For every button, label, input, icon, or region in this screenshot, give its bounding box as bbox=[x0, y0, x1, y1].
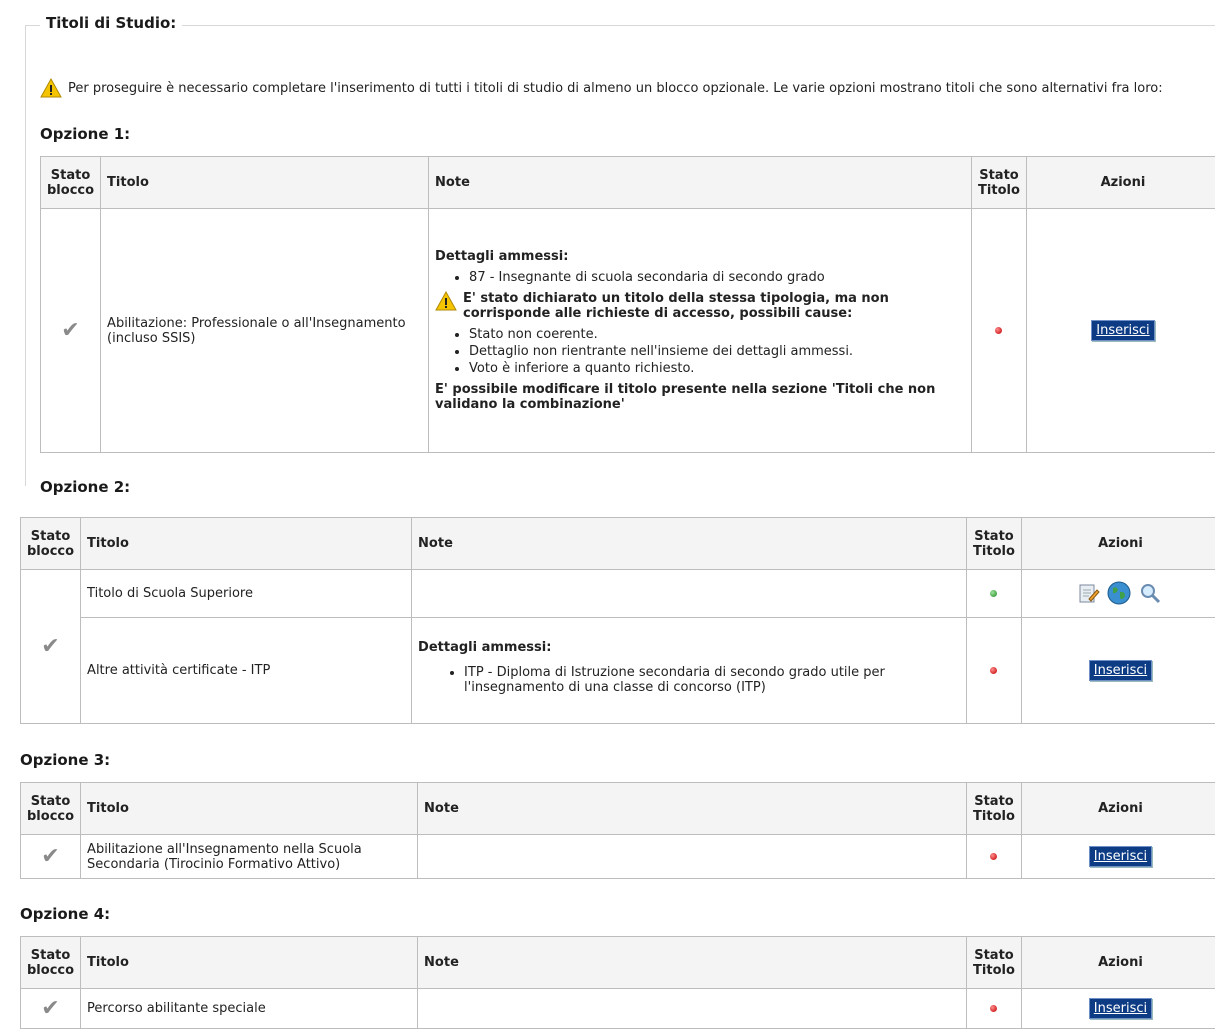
checkmark-icon: ✔ bbox=[41, 844, 59, 869]
col-note: Note bbox=[429, 157, 972, 209]
warning-triangle-icon bbox=[40, 78, 62, 98]
note-cell: Dettagli ammessi: 87 - Insegnante di scu… bbox=[429, 209, 972, 453]
list-item: Dettaglio non rientrante nell'insieme de… bbox=[469, 344, 965, 359]
col-titolo: Titolo bbox=[81, 783, 418, 835]
col-stato-blocco: Statoblocco bbox=[21, 518, 81, 570]
titolo-cell: Percorso abilitante speciale bbox=[81, 989, 418, 1029]
stato-titolo-cell bbox=[972, 209, 1027, 453]
warning-triangle-icon bbox=[435, 291, 457, 311]
section-title: Titoli di Studio: bbox=[40, 14, 182, 32]
requirements-warning: Per proseguire è necessario completare l… bbox=[40, 78, 1210, 98]
col-stato-titolo: StatoTitolo bbox=[967, 518, 1022, 570]
table-row: ✔ Percorso abilitante speciale Inserisci bbox=[21, 989, 1215, 1029]
col-stato-blocco: Statoblocco bbox=[21, 937, 81, 989]
option-4-title: Opzione 4: bbox=[20, 905, 110, 923]
status-red-icon bbox=[990, 853, 997, 860]
note-cell: Dettagli ammessi: ITP - Diploma di Istru… bbox=[412, 618, 967, 724]
status-red-icon bbox=[995, 327, 1002, 334]
option-2-title: Opzione 2: bbox=[40, 478, 130, 496]
col-note: Note bbox=[418, 783, 967, 835]
globe-icon[interactable] bbox=[1106, 580, 1132, 606]
checkmark-icon: ✔ bbox=[41, 634, 59, 659]
stato-blocco-cell: ✔ bbox=[41, 209, 101, 453]
stato-blocco-cell: ✔ bbox=[21, 989, 81, 1029]
col-azioni: Azioni bbox=[1021, 518, 1215, 570]
inserisci-button[interactable]: Inserisci bbox=[1091, 320, 1154, 341]
col-azioni: Azioni bbox=[1021, 937, 1215, 989]
option-3-table: Statoblocco Titolo Note StatoTitolo Azio… bbox=[20, 782, 1215, 879]
col-stato-blocco: Statoblocco bbox=[41, 157, 101, 209]
note-footer: E' possibile modificare il titolo presen… bbox=[435, 382, 965, 412]
status-red-icon bbox=[990, 667, 997, 674]
checkmark-icon: ✔ bbox=[61, 318, 79, 343]
stato-blocco-cell: ✔ bbox=[21, 835, 81, 879]
option-2-table: Statoblocco Titolo Note StatoTitolo Azio… bbox=[20, 517, 1215, 724]
azioni-cell: Inserisci bbox=[1021, 835, 1215, 879]
option-1-title: Opzione 1: bbox=[40, 125, 130, 143]
col-azioni: Azioni bbox=[1026, 157, 1215, 209]
option-4-table: Statoblocco Titolo Note StatoTitolo Azio… bbox=[20, 936, 1215, 1029]
status-red-icon bbox=[990, 1005, 997, 1012]
col-stato-blocco: Statoblocco bbox=[21, 783, 81, 835]
col-azioni: Azioni bbox=[1021, 783, 1215, 835]
inserisci-button[interactable]: Inserisci bbox=[1089, 660, 1152, 681]
option-3-title: Opzione 3: bbox=[20, 751, 110, 769]
warning-text: Per proseguire è necessario completare l… bbox=[68, 81, 1163, 96]
azioni-cell: Inserisci bbox=[1021, 618, 1215, 724]
list-item: Voto è inferiore a quanto richiesto. bbox=[469, 361, 965, 376]
inserisci-button[interactable]: Inserisci bbox=[1089, 998, 1152, 1019]
titolo-cell: Altre attività certificate - ITP bbox=[81, 618, 412, 724]
inserisci-button[interactable]: Inserisci bbox=[1089, 846, 1152, 867]
list-item: 87 - Insegnante di scuola secondaria di … bbox=[469, 270, 965, 285]
col-note: Note bbox=[412, 518, 967, 570]
magnifier-icon[interactable] bbox=[1138, 581, 1162, 605]
table-row: ✔ Abilitazione: Professionale o all'Inse… bbox=[41, 209, 1215, 453]
checkmark-icon: ✔ bbox=[41, 996, 59, 1021]
status-green-icon bbox=[990, 590, 997, 597]
azioni-cell: Inserisci bbox=[1021, 989, 1215, 1029]
option-1-table: Statoblocco Titolo Note StatoTitolo Azio… bbox=[40, 156, 1215, 453]
table-row: ✔ Abilitazione all'Insegnamento nella Sc… bbox=[21, 835, 1215, 879]
col-titolo: Titolo bbox=[81, 518, 412, 570]
stato-titolo-cell bbox=[967, 618, 1022, 724]
edit-icon[interactable] bbox=[1078, 582, 1100, 604]
col-stato-titolo: StatoTitolo bbox=[972, 157, 1027, 209]
note-cell bbox=[418, 989, 967, 1029]
col-stato-titolo: StatoTitolo bbox=[967, 937, 1022, 989]
azioni-cell: Inserisci bbox=[1026, 209, 1215, 453]
stato-titolo-cell bbox=[967, 570, 1022, 618]
azioni-cell bbox=[1021, 570, 1215, 618]
note-title: Dettagli ammessi: bbox=[418, 640, 960, 655]
table-row: Altre attività certificate - ITP Dettagl… bbox=[21, 618, 1215, 724]
list-item: Stato non coerente. bbox=[469, 327, 965, 342]
col-titolo: Titolo bbox=[81, 937, 418, 989]
note-warning: E' stato dichiarato un titolo della stes… bbox=[463, 291, 965, 321]
titolo-cell: Abilitazione all'Insegnamento nella Scuo… bbox=[81, 835, 418, 879]
col-note: Note bbox=[418, 937, 967, 989]
table-row: ✔ Titolo di Scuola Superiore bbox=[21, 570, 1215, 618]
col-titolo: Titolo bbox=[101, 157, 429, 209]
note-cell bbox=[412, 570, 967, 618]
stato-titolo-cell bbox=[967, 989, 1022, 1029]
stato-titolo-cell bbox=[967, 835, 1022, 879]
stato-blocco-cell: ✔ bbox=[21, 570, 81, 724]
list-item: ITP - Diploma di Istruzione secondaria d… bbox=[464, 665, 960, 695]
note-title: Dettagli ammessi: bbox=[435, 249, 965, 264]
col-stato-titolo: StatoTitolo bbox=[967, 783, 1022, 835]
note-cell bbox=[418, 835, 967, 879]
titolo-cell: Abilitazione: Professionale o all'Insegn… bbox=[101, 209, 429, 453]
titolo-cell: Titolo di Scuola Superiore bbox=[81, 570, 412, 618]
